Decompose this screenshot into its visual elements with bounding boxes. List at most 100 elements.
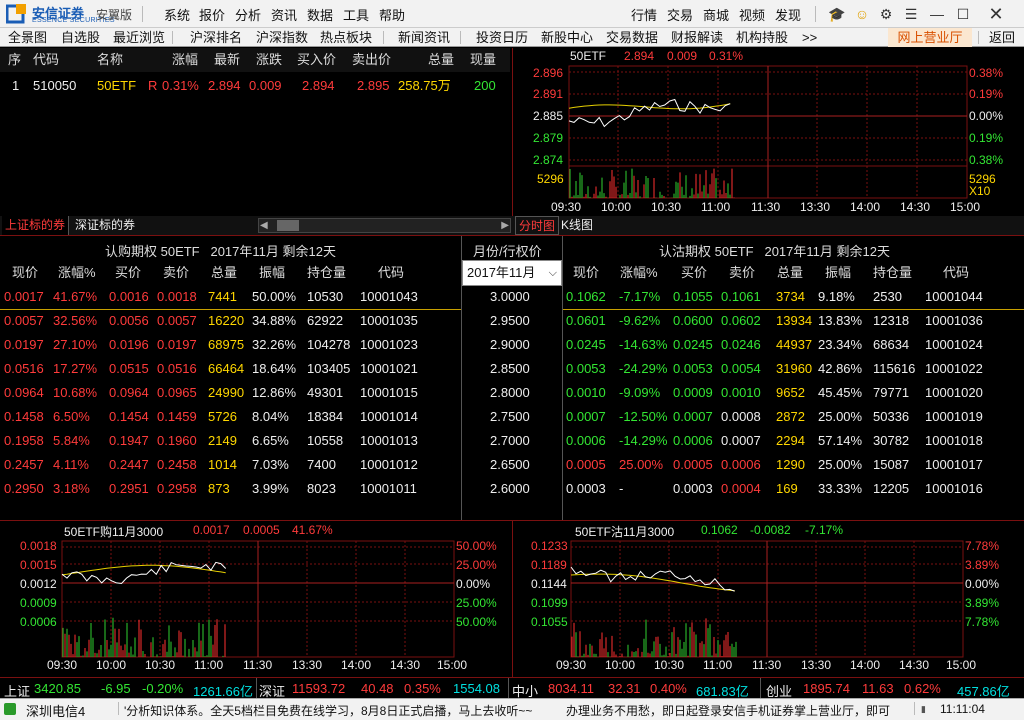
divider — [460, 31, 461, 44]
quote-row[interactable]: 1 510050 50ETF R 0.31% 2.894 0.009 2.894… — [0, 74, 510, 98]
menu-icon[interactable]: ☰ — [900, 4, 922, 24]
online-hall-button[interactable]: 网上营业厅 — [888, 28, 972, 47]
put-cell: 0.1055 — [673, 289, 713, 304]
put-cell: 0.0003 — [673, 481, 713, 496]
news-ticker[interactable]: '分析知识体系。全天5档栏目免费在线学习，8月8日正式启播，马上去收听~~ — [124, 702, 558, 719]
chevron-down-icon[interactable]: ⌵ — [549, 261, 557, 285]
rmenu-trade[interactable]: 交易 — [667, 5, 693, 24]
call-cell: 0.0017 — [4, 289, 44, 304]
put-cell: 2872 — [776, 409, 805, 424]
call-cell: 0.0056 — [109, 313, 149, 328]
call-cell: 7.03% — [252, 457, 289, 472]
put-row[interactable]: 0.0007 -12.50% 0.0007 0.0008 2872 25.00% 50336… — [563, 405, 1024, 429]
index-sh[interactable]: 上证 3420.85 -6.95 -0.20% 1261.66亿 — [0, 678, 256, 698]
menu-data[interactable]: 数据 — [307, 5, 333, 24]
put-row[interactable]: 0.0005 25.00% 0.0005 0.0006 1290 25.00% 15087 1… — [563, 453, 1024, 477]
toolbar-index[interactable]: 沪深指数 — [256, 28, 308, 47]
put-cell: 79771 — [873, 385, 910, 400]
tab-kline[interactable]: K线图 — [558, 216, 596, 235]
tab-intraday[interactable]: 分时图 — [515, 216, 560, 235]
call-row[interactable]: 0.1958 5.84% 0.1947 0.1960 2149 6.65% 10558 100… — [0, 429, 461, 453]
menu-tools[interactable]: 工具 — [343, 5, 369, 24]
strike-cell[interactable]: 2.8500 — [462, 357, 562, 381]
rmenu-video[interactable]: 视频 — [739, 5, 765, 24]
menu-info[interactable]: 资讯 — [271, 5, 297, 24]
maximize-icon[interactable]: ☐ — [952, 4, 974, 24]
put-row[interactable]: 0.0053 -24.29% 0.0053 0.0054 31960 42.86% 1156… — [563, 357, 1024, 381]
toolbar-ranking[interactable]: 沪深排名 — [190, 28, 242, 47]
close-icon[interactable]: ✕ — [985, 4, 1007, 24]
news-ticker-2[interactable]: 办理业务不用愁，即日起登录安信手机证券掌上营业厅，即可 — [566, 702, 910, 719]
strike-cell[interactable]: 3.0000 — [462, 285, 562, 309]
put-cell: 68634 — [873, 337, 910, 352]
menu-analysis[interactable]: 分析 — [235, 5, 261, 24]
put-cell: 42.86% — [818, 361, 863, 376]
index-bar: 上证 3420.85 -6.95 -0.20% 1261.66亿 深证 1159… — [0, 677, 1024, 698]
call-row[interactable]: 0.0017 41.67% 0.0016 0.0018 7441 50.00% 10530 1… — [0, 285, 461, 309]
strike-cell[interactable]: 2.6000 — [462, 477, 562, 501]
toolbar-recent[interactable]: 最近浏览 — [113, 28, 165, 47]
scroll-left-icon[interactable]: ◀ — [260, 220, 268, 231]
horizontal-scrollbar[interactable]: ◀ ▶ — [258, 218, 511, 233]
index-sme[interactable]: 中小 8034.11 32.31 0.40% 681.83亿 — [508, 678, 760, 698]
menu-quote[interactable]: 报价 — [199, 5, 225, 24]
rmenu-market[interactable]: 行情 — [631, 5, 657, 24]
toolbar-financial[interactable]: 财报解读 — [671, 28, 723, 47]
title-bar: 安信证券 ESSENCE SECURITIES 安翼版 系统 报价 分析 资讯 … — [0, 0, 1024, 28]
toolbar-more[interactable]: >> — [802, 28, 817, 47]
smile-icon[interactable]: ☺ — [851, 4, 873, 24]
put-row[interactable]: 0.0245 -14.63% 0.0245 0.0246 44937 23.34% 6863… — [563, 333, 1024, 357]
strike-cell[interactable]: 2.9000 — [462, 333, 562, 357]
toolbar-watchlist[interactable]: 自选股 — [61, 28, 100, 47]
call-row[interactable]: 0.2950 3.18% 0.2951 0.2958 873 3.99% 8023 10001… — [0, 477, 461, 501]
put-row[interactable]: 0.0003-0.0003 0.0004 169 33.33% 12205 1000101… — [563, 477, 1024, 501]
tab-shenzhen[interactable]: 深证标的券 — [72, 216, 138, 235]
call-cell: 17.27% — [53, 361, 98, 376]
call-row[interactable]: 0.0057 32.56% 0.0056 0.0057 16220 34.88% 62922… — [0, 309, 461, 333]
strike-cell[interactable]: 2.7000 — [462, 429, 562, 453]
back-button[interactable]: 返回 — [989, 28, 1015, 47]
put-row[interactable]: 0.0006 -14.29% 0.0006 0.0007 2294 57.14% 30782… — [563, 429, 1024, 453]
rmenu-mall[interactable]: 商城 — [703, 5, 729, 24]
toolbar-panorama[interactable]: 全景图 — [8, 28, 47, 47]
month-select[interactable]: 2017年11月 ⌵ — [462, 260, 562, 286]
tab-shanghai[interactable]: 上证标的券 — [2, 216, 70, 235]
put-cell: -9.09% — [619, 385, 661, 400]
put-cell: 25.00% — [818, 457, 863, 472]
toolbar-tradedata[interactable]: 交易数据 — [606, 28, 658, 47]
notice-icon[interactable]: ▮ — [921, 704, 926, 715]
strike-cell[interactable]: 2.6500 — [462, 453, 562, 477]
strike-cell[interactable]: 2.9500 — [462, 309, 562, 333]
strike-cell[interactable]: 2.7500 — [462, 405, 562, 429]
call-row[interactable]: 0.2457 4.11% 0.2447 0.2458 1014 7.03% 7400 1000… — [0, 453, 461, 477]
scroll-right-icon[interactable]: ▶ — [501, 220, 509, 231]
put-row[interactable]: 0.1062 -7.17% 0.1055 0.1061 3734 9.18% 2530 100… — [563, 285, 1024, 309]
scroll-thumb[interactable] — [277, 220, 299, 231]
put-row[interactable]: 0.0601 -9.62% 0.0600 0.0602 13934 13.83% 12318… — [563, 309, 1024, 333]
index-sz[interactable]: 深证 11593.72 40.48 0.35% 1554.08亿 — [256, 678, 508, 698]
toolbar-news[interactable]: 新闻资讯 — [398, 28, 450, 47]
gear-icon[interactable]: ⚙ — [875, 4, 897, 24]
call-row[interactable]: 0.1458 6.50% 0.1454 0.1459 5726 8.04% 18384 100… — [0, 405, 461, 429]
index-gem[interactable]: 创业 1895.74 11.63 0.62% 457.86亿 — [760, 678, 1024, 698]
put-title: 认沽期权 50ETF 2017年11月 剩余12天 — [659, 244, 890, 259]
put-cell: 0.0053 — [673, 361, 713, 376]
graduation-cap-icon[interactable]: 🎓 — [826, 4, 848, 24]
call-cell: 0.0516 — [157, 361, 197, 376]
rmenu-discover[interactable]: 发现 — [775, 5, 801, 24]
toolbar-holdings[interactable]: 机构持股 — [736, 28, 788, 47]
minimize-icon[interactable]: — — [926, 4, 948, 24]
toolbar-calendar[interactable]: 投资日历 — [476, 28, 528, 47]
call-cell: 104278 — [307, 337, 351, 352]
call-row[interactable]: 0.0964 10.68% 0.0964 0.0965 24990 12.86% 49301… — [0, 381, 461, 405]
strike-cell[interactable]: 2.8000 — [462, 381, 562, 405]
call-row[interactable]: 0.0516 17.27% 0.0515 0.0516 66464 18.64% 10340… — [0, 357, 461, 381]
put-row[interactable]: 0.0010 -9.09% 0.0009 0.0010 9652 45.45% 79771 1… — [563, 381, 1024, 405]
toolbar-hot[interactable]: 热点板块 — [320, 28, 372, 47]
menu-help[interactable]: 帮助 — [379, 5, 405, 24]
put-cell: 0.0053 — [566, 361, 606, 376]
toolbar-ipo[interactable]: 新股中心 — [541, 28, 593, 47]
call-row[interactable]: 0.0197 27.10% 0.0196 0.0197 68975 32.26% 10427… — [0, 333, 461, 357]
menu-system[interactable]: 系统 — [164, 5, 190, 24]
put-cell: 115616 — [873, 361, 916, 376]
